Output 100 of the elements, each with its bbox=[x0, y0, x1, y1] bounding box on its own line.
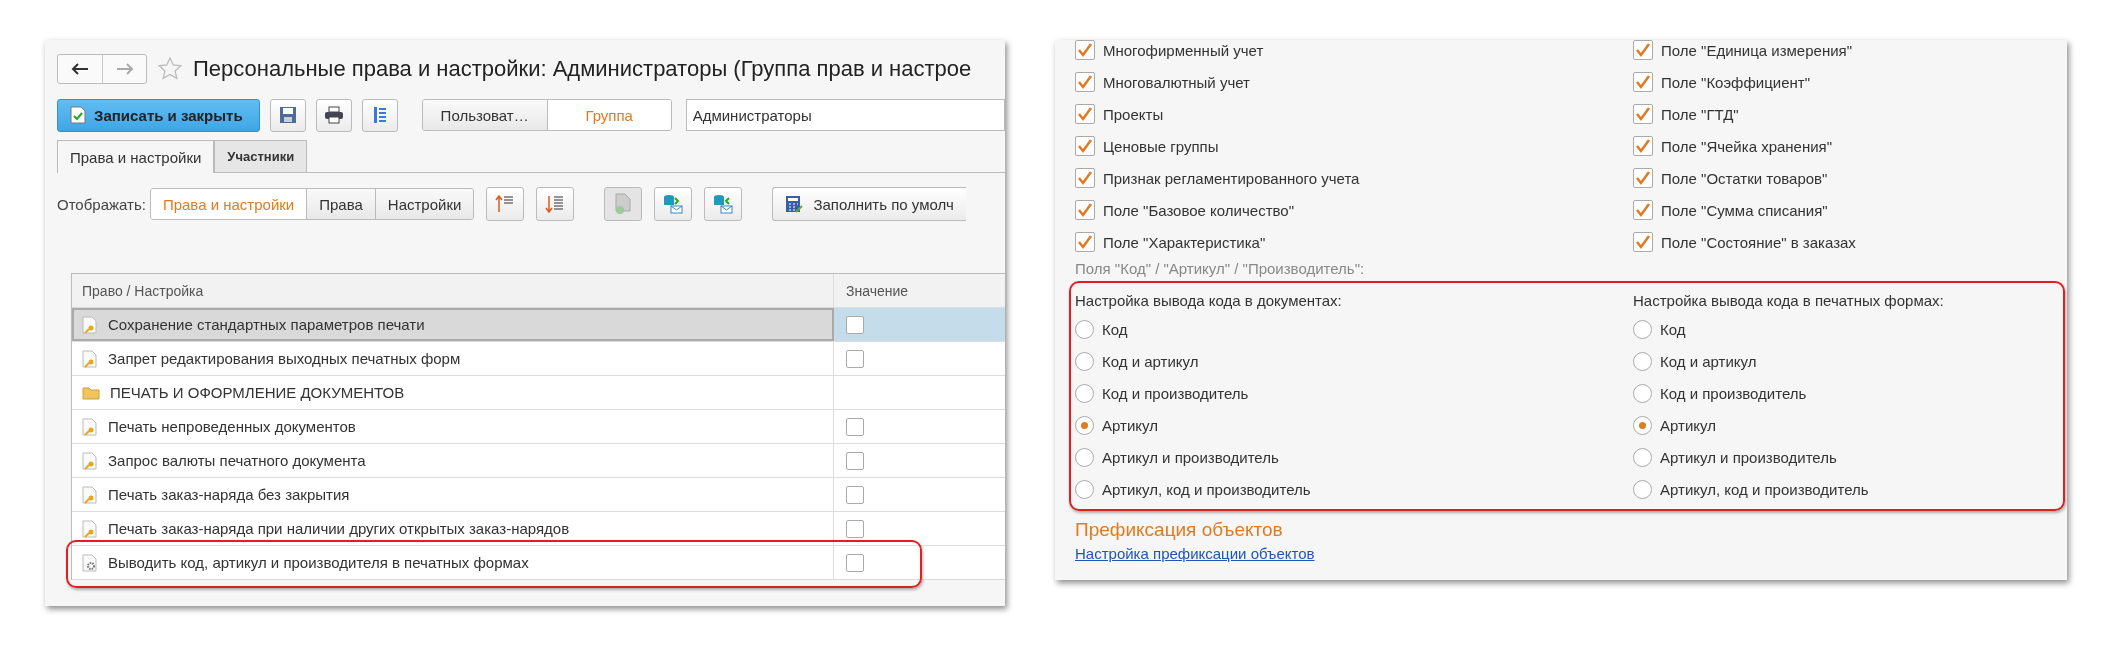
checkbox[interactable] bbox=[1633, 72, 1653, 92]
row-label: Сохранение стандартных параметров печати bbox=[108, 316, 425, 333]
checkbox-label: Поле "Ячейка хранения" bbox=[1661, 137, 1833, 155]
owner-switch-option[interactable]: Пользоват… bbox=[422, 100, 547, 130]
star-icon[interactable] bbox=[157, 56, 183, 82]
prefix-settings-link[interactable]: Настройка префиксации объектов bbox=[1075, 545, 1315, 562]
radio-label: Артикул и производитель bbox=[1102, 448, 1279, 466]
document-gear-icon bbox=[82, 553, 98, 572]
radio-button[interactable] bbox=[1633, 447, 1652, 467]
column-header: Право / Настройка bbox=[72, 274, 834, 307]
radio-button[interactable] bbox=[1075, 415, 1094, 435]
radio-label: Код bbox=[1660, 320, 1686, 338]
document-key-icon bbox=[82, 451, 98, 470]
checkbox-label: Проекты bbox=[1103, 105, 1164, 123]
save-icon-button[interactable] bbox=[269, 98, 306, 132]
checkbox-label: Многофирменный учет bbox=[1103, 41, 1264, 59]
sort-descending-icon bbox=[545, 194, 566, 214]
radio-label: Артикул, код и производитель bbox=[1660, 480, 1869, 498]
checkbox-label: Поле "Коэффициент" bbox=[1661, 73, 1810, 91]
printer-icon bbox=[323, 106, 344, 124]
checkbox[interactable] bbox=[1633, 136, 1653, 156]
save-close-button[interactable]: Записать и закрыть bbox=[57, 98, 260, 132]
radio-label: Код и производитель bbox=[1102, 384, 1249, 402]
window-title: Персональные права и настройки: Администраторы (Группа прав и настрое bbox=[193, 56, 972, 82]
radio-button[interactable] bbox=[1075, 351, 1094, 371]
checkbox[interactable] bbox=[1075, 200, 1095, 220]
radio-button[interactable] bbox=[1075, 319, 1094, 339]
tab[interactable]: Права и настройки bbox=[57, 140, 215, 173]
checkbox-label: Поле "Остатки товаров" bbox=[1661, 169, 1828, 187]
export-button[interactable] bbox=[654, 187, 693, 221]
checkbox-label: Ценовые группы bbox=[1103, 137, 1219, 155]
section-caption: Поля "Код" / "Артикул" / "Производитель": bbox=[1075, 260, 1366, 277]
table-row[interactable]: Печать заказ-наряда без закрытия bbox=[72, 478, 834, 511]
table-row[interactable]: Выводить код, артикул и производителя в печатных формах bbox=[72, 546, 834, 579]
table-row[interactable]: Печать непроведенных документов bbox=[72, 410, 834, 443]
checkbox[interactable] bbox=[1633, 104, 1653, 124]
table-row[interactable]: Запрет редактирования выходных печатных форм bbox=[72, 342, 834, 375]
checkbox-label: Поле "Состояние" в заказах bbox=[1661, 233, 1856, 251]
table-row[interactable]: ПЕЧАТЬ И ОФОРМЛЕНИЕ ДОКУМЕНТОВ bbox=[72, 376, 834, 409]
checkbox[interactable] bbox=[846, 349, 864, 368]
radio-button[interactable] bbox=[1075, 479, 1094, 499]
radio-button[interactable] bbox=[1075, 447, 1094, 467]
checkbox[interactable] bbox=[1075, 168, 1095, 188]
checkbox[interactable] bbox=[1075, 40, 1095, 60]
checkbox[interactable] bbox=[846, 519, 864, 538]
document-check-icon bbox=[70, 106, 86, 124]
checkbox[interactable] bbox=[1075, 72, 1095, 92]
checkbox[interactable] bbox=[846, 485, 864, 504]
forward-arrow-icon bbox=[115, 63, 134, 75]
document-plus-icon bbox=[614, 193, 633, 215]
checkbox[interactable] bbox=[846, 315, 864, 334]
row-label: Выводить код, артикул и производителя в печатных формах bbox=[108, 554, 529, 571]
list-button[interactable] bbox=[361, 98, 398, 132]
radio-label: Код и артикул bbox=[1660, 352, 1757, 370]
display-label: Отображать: bbox=[57, 195, 146, 213]
radio-button[interactable] bbox=[1633, 383, 1652, 403]
radio-button[interactable] bbox=[1633, 351, 1652, 371]
radio-button[interactable] bbox=[1633, 479, 1652, 499]
radio-button[interactable] bbox=[1633, 319, 1652, 339]
checkbox[interactable] bbox=[846, 451, 864, 470]
radio-label: Код и производитель bbox=[1660, 384, 1807, 402]
radio-label: Артикул bbox=[1102, 416, 1158, 434]
table-row[interactable]: Печать заказ-наряда при наличии других открытых заказ-нарядов bbox=[72, 512, 834, 545]
tab[interactable]: Участники bbox=[214, 140, 308, 172]
display-option[interactable]: Права bbox=[306, 189, 375, 219]
checkbox-label: Многовалютный учет bbox=[1103, 73, 1250, 91]
add-document-button[interactable] bbox=[604, 187, 643, 221]
owner-field[interactable]: Администраторы bbox=[685, 99, 1005, 131]
checkbox-label: Поле "Базовое количество" bbox=[1103, 201, 1294, 219]
checkbox-label: Поле "Характеристика" bbox=[1103, 233, 1266, 251]
table-row[interactable]: Сохранение стандартных параметров печати bbox=[72, 308, 834, 341]
checkbox[interactable] bbox=[1633, 200, 1653, 220]
checkbox[interactable] bbox=[1075, 232, 1095, 252]
group-title: Настройка вывода кода в печатных формах: bbox=[1633, 290, 1945, 311]
display-option[interactable]: Настройки bbox=[374, 189, 474, 219]
checkbox[interactable] bbox=[1633, 168, 1653, 188]
checkbox[interactable] bbox=[1633, 232, 1653, 252]
checkbox-label: Поле "Сумма списания" bbox=[1661, 201, 1828, 219]
back-arrow-icon bbox=[71, 63, 89, 75]
list-icon bbox=[372, 106, 387, 124]
fill-default-button[interactable]: Заполнить по умолч bbox=[772, 187, 966, 221]
row-label: Запрет редактирования выходных печатных форм bbox=[108, 350, 461, 367]
checkbox[interactable] bbox=[846, 417, 864, 436]
radio-label: Код и артикул bbox=[1102, 352, 1199, 370]
sort-descending-button[interactable] bbox=[536, 187, 575, 221]
checkbox[interactable] bbox=[1633, 40, 1653, 60]
radio-button[interactable] bbox=[1633, 415, 1652, 435]
group-title: Настройка вывода кода в документах: bbox=[1075, 290, 1343, 311]
sort-ascending-button[interactable] bbox=[486, 187, 525, 221]
import-button[interactable] bbox=[704, 187, 743, 221]
row-label: ПЕЧАТЬ И ОФОРМЛЕНИЕ ДОКУМЕНТОВ bbox=[110, 384, 405, 401]
checkbox[interactable] bbox=[1075, 104, 1095, 124]
radio-button[interactable] bbox=[1075, 383, 1094, 403]
checkbox[interactable] bbox=[1075, 136, 1095, 156]
radio-label: Артикул, код и производитель bbox=[1102, 480, 1311, 498]
table-row[interactable]: Запрос валюты печатного документа bbox=[72, 444, 834, 477]
print-button[interactable] bbox=[315, 98, 352, 132]
radio-label: Артикул bbox=[1660, 416, 1716, 434]
checkbox[interactable] bbox=[846, 553, 864, 572]
checkbox-label: Поле "ГТД" bbox=[1661, 105, 1739, 123]
